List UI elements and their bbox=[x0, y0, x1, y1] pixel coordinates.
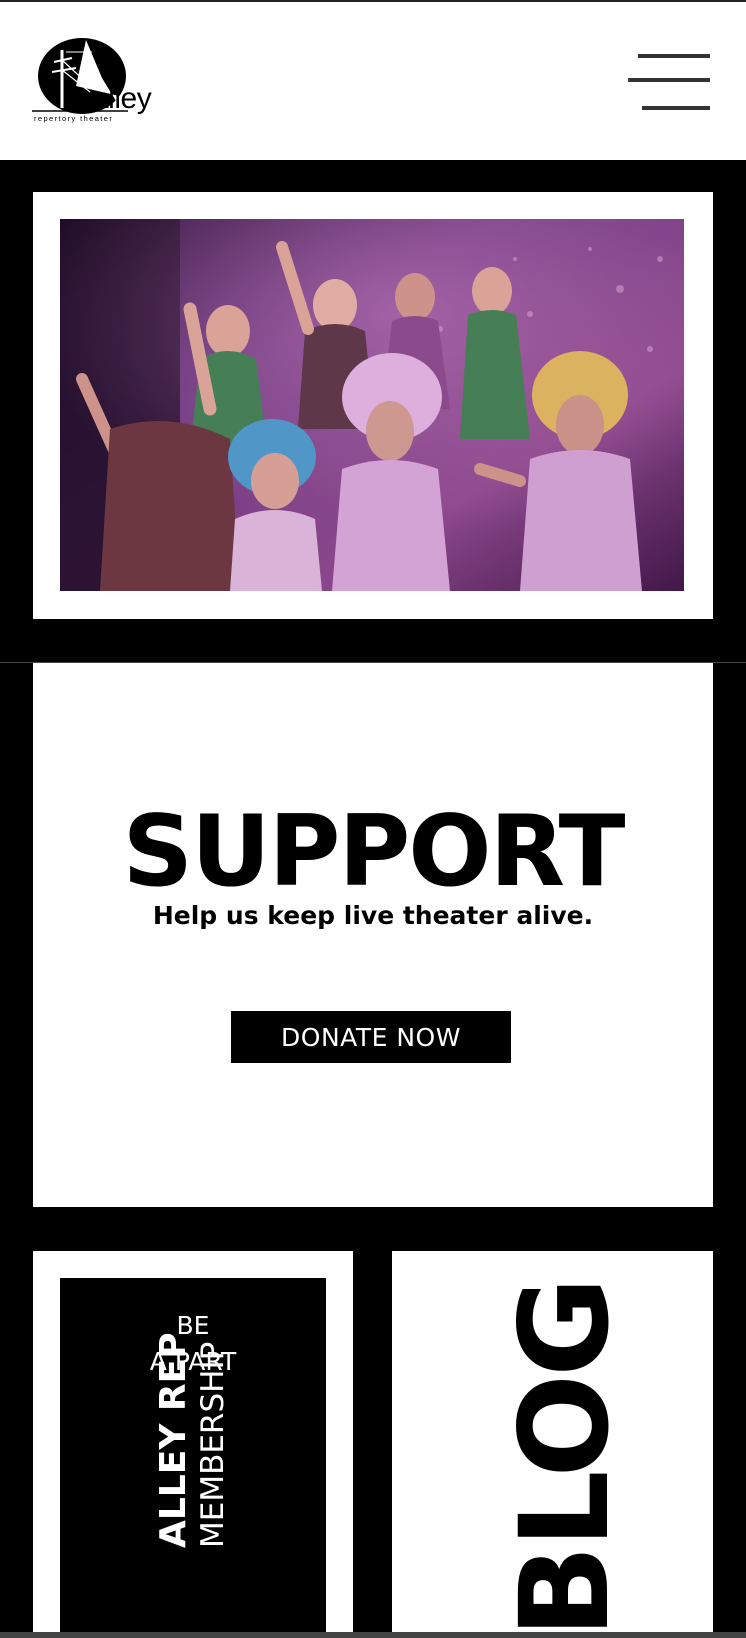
menu-line-top bbox=[638, 54, 710, 58]
donate-now-button[interactable]: DONATE NOW bbox=[231, 1011, 511, 1063]
support-subheading: Help us keep live theater alive. bbox=[152, 901, 594, 930]
logo-wordmark: alley bbox=[92, 82, 152, 115]
blog-label: BLOG bbox=[494, 1279, 636, 1638]
menu-line-middle bbox=[628, 78, 710, 82]
membership-link[interactable]: BE A PART ALLEY REP MEMBERSHIP bbox=[60, 1278, 326, 1638]
support-heading: SUPPORT bbox=[122, 795, 625, 909]
menu-line-bottom bbox=[642, 106, 710, 110]
membership-alley-rep: ALLEY REP bbox=[153, 1332, 194, 1548]
theater-performance-photo bbox=[60, 219, 684, 591]
hero-frame bbox=[33, 192, 713, 619]
membership-label: MEMBERSHIP bbox=[195, 1341, 231, 1548]
support-section: SUPPORT Help us keep live theater alive.… bbox=[33, 663, 713, 1207]
blog-card[interactable]: BLOG bbox=[392, 1251, 713, 1638]
alley-rep-logo[interactable]: alley repertory theater bbox=[32, 38, 152, 124]
hamburger-menu-button[interactable] bbox=[628, 50, 714, 114]
bottom-edge-bar bbox=[0, 1632, 746, 1638]
logo-tagline: repertory theater bbox=[34, 114, 114, 123]
membership-card: BE A PART ALLEY REP MEMBERSHIP bbox=[33, 1251, 353, 1638]
performance-photo-illustration bbox=[60, 219, 684, 591]
page: alley repertory theater SUPPORT Help us … bbox=[0, 0, 746, 1638]
site-header: alley repertory theater bbox=[0, 0, 746, 160]
